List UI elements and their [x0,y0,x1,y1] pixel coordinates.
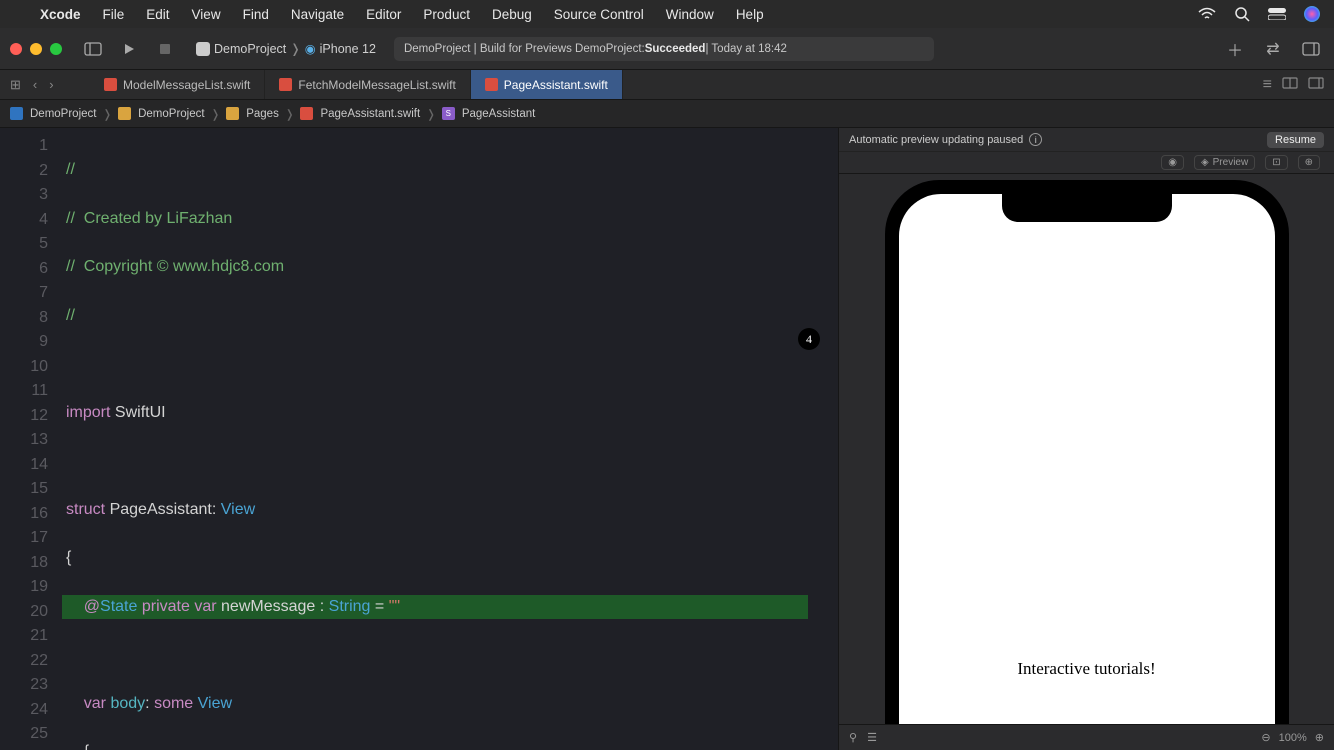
menu-view[interactable]: View [192,7,221,22]
jumpbar-item[interactable]: PageAssistant [462,108,536,120]
tab-fetchmodelmessagelist[interactable]: FetchModelMessageList.swift [265,70,470,99]
live-button[interactable]: ◉ [1161,155,1184,170]
window-controls [10,43,62,55]
preview-text: Interactive tutorials! [899,659,1275,679]
back-button[interactable]: ‹ [33,77,37,92]
swift-file-icon [300,107,313,120]
issue-badge[interactable]: 4 [798,328,820,350]
folder-icon [118,107,131,120]
info-icon[interactable]: i [1029,133,1042,146]
menu-window[interactable]: Window [666,7,714,22]
preview-label: Preview [1213,157,1249,168]
add-editor-icon[interactable] [1308,76,1324,94]
app-name[interactable]: Xcode [40,7,81,22]
code-area[interactable]: // // Created by LiFazhan // Copyright ©… [62,128,838,750]
zoom-window-button[interactable] [50,43,62,55]
tab-label: FetchModelMessageList.swift [298,78,455,92]
editor-tabbar: ⊞ ‹ › ModelMessageList.swift FetchModelM… [0,70,1334,100]
scheme-selector[interactable]: DemoProject ❭ ◉ iPhone 12 [188,38,384,59]
navigator-toggle-button[interactable] [80,36,106,62]
add-button[interactable]: ＋ [1222,36,1248,62]
editor-options-icon[interactable]: ≡ [1263,76,1272,94]
menu-help[interactable]: Help [736,7,764,22]
activity-time: | Today at 18:42 [705,43,786,55]
zoom-out-icon[interactable]: ⊖ [1261,731,1270,744]
iphone-frame: Interactive tutorials! [885,180,1289,750]
iphone-screen[interactable]: Interactive tutorials! [899,194,1275,750]
line-gutter: 1234567891011121314151617181920212223242… [0,128,62,750]
tab-label: ModelMessageList.swift [123,78,250,92]
scheme-device: iPhone 12 [320,42,376,56]
menu-source-control[interactable]: Source Control [554,7,644,22]
canvas-body[interactable]: Interactive tutorials! [839,174,1334,750]
canvas-header: Automatic preview updating paused i Resu… [839,128,1334,152]
main-content: 1234567891011121314151617181920212223242… [0,128,1334,750]
forward-button[interactable]: › [49,77,53,92]
canvas-paused-label: Automatic preview updating paused [849,134,1023,146]
iphone-notch [1002,194,1172,222]
search-icon[interactable] [1234,6,1250,22]
pin-preview-icon[interactable]: ⚲ [849,731,857,744]
preview-settings-icon[interactable]: ☰ [867,731,877,744]
menu-debug[interactable]: Debug [492,7,532,22]
device-settings-button[interactable]: ⊡ [1265,155,1287,170]
adjust-editor-icon[interactable] [1282,76,1298,94]
tab-label: PageAssistant.swift [504,78,608,92]
canvas-footer: ⚲ ☰ ⊖ 100% ⊕ [839,724,1334,750]
minimize-window-button[interactable] [30,43,42,55]
menu-file[interactable]: File [103,7,125,22]
tab-pageassistant[interactable]: PageAssistant.swift [471,70,623,99]
struct-icon: S [442,107,455,120]
close-window-button[interactable] [10,43,22,55]
folder-icon [226,107,239,120]
inspectors-toggle-button[interactable] [1298,36,1324,62]
canvas-subbar: ◉ ◈ Preview ⊡ ⊕ [839,152,1334,174]
menu-navigate[interactable]: Navigate [291,7,344,22]
menu-product[interactable]: Product [423,7,470,22]
menu-edit[interactable]: Edit [146,7,169,22]
jumpbar-item[interactable]: DemoProject [30,108,96,120]
swift-file-icon [279,78,292,91]
scheme-target: DemoProject [214,42,286,56]
control-center-icon[interactable] [1268,8,1286,20]
resume-button[interactable]: Resume [1267,132,1324,148]
code-review-button[interactable]: ⇄ [1260,36,1286,62]
project-icon [10,107,23,120]
related-items-icon[interactable]: ⊞ [10,77,21,93]
activity-status: Succeeded [645,43,706,55]
zoom-level[interactable]: 100% [1279,732,1307,744]
preview-canvas: Automatic preview updating paused i Resu… [838,128,1334,750]
xcode-toolbar: DemoProject ❭ ◉ iPhone 12 DemoProject | … [0,28,1334,70]
code-editor[interactable]: 1234567891011121314151617181920212223242… [0,128,838,750]
jumpbar-item[interactable]: DemoProject [138,108,204,120]
swift-file-icon [104,78,117,91]
activity-prefix: DemoProject | Build for Previews DemoPro… [404,43,645,55]
menu-editor[interactable]: Editor [366,7,401,22]
siri-icon[interactable] [1304,6,1320,22]
run-button[interactable] [116,36,142,62]
preview-button[interactable]: ◈ Preview [1194,155,1255,170]
swift-file-icon [485,78,498,91]
macos-menubar: Xcode File Edit View Find Navigate Edito… [0,0,1334,28]
jumpbar-item[interactable]: Pages [246,108,279,120]
wifi-icon[interactable] [1198,7,1216,21]
jump-bar[interactable]: DemoProject ❭ DemoProject ❭ Pages ❭ Page… [0,100,1334,128]
menu-find[interactable]: Find [243,7,269,22]
zoom-in-icon[interactable]: ⊕ [1315,731,1324,744]
activity-viewer[interactable]: DemoProject | Build for Previews DemoPro… [394,37,934,61]
jumpbar-item[interactable]: PageAssistant.swift [320,108,420,120]
duplicate-preview-button[interactable]: ⊕ [1298,155,1320,170]
stop-button[interactable] [152,36,178,62]
tab-modelmessagelist[interactable]: ModelMessageList.swift [90,70,265,99]
